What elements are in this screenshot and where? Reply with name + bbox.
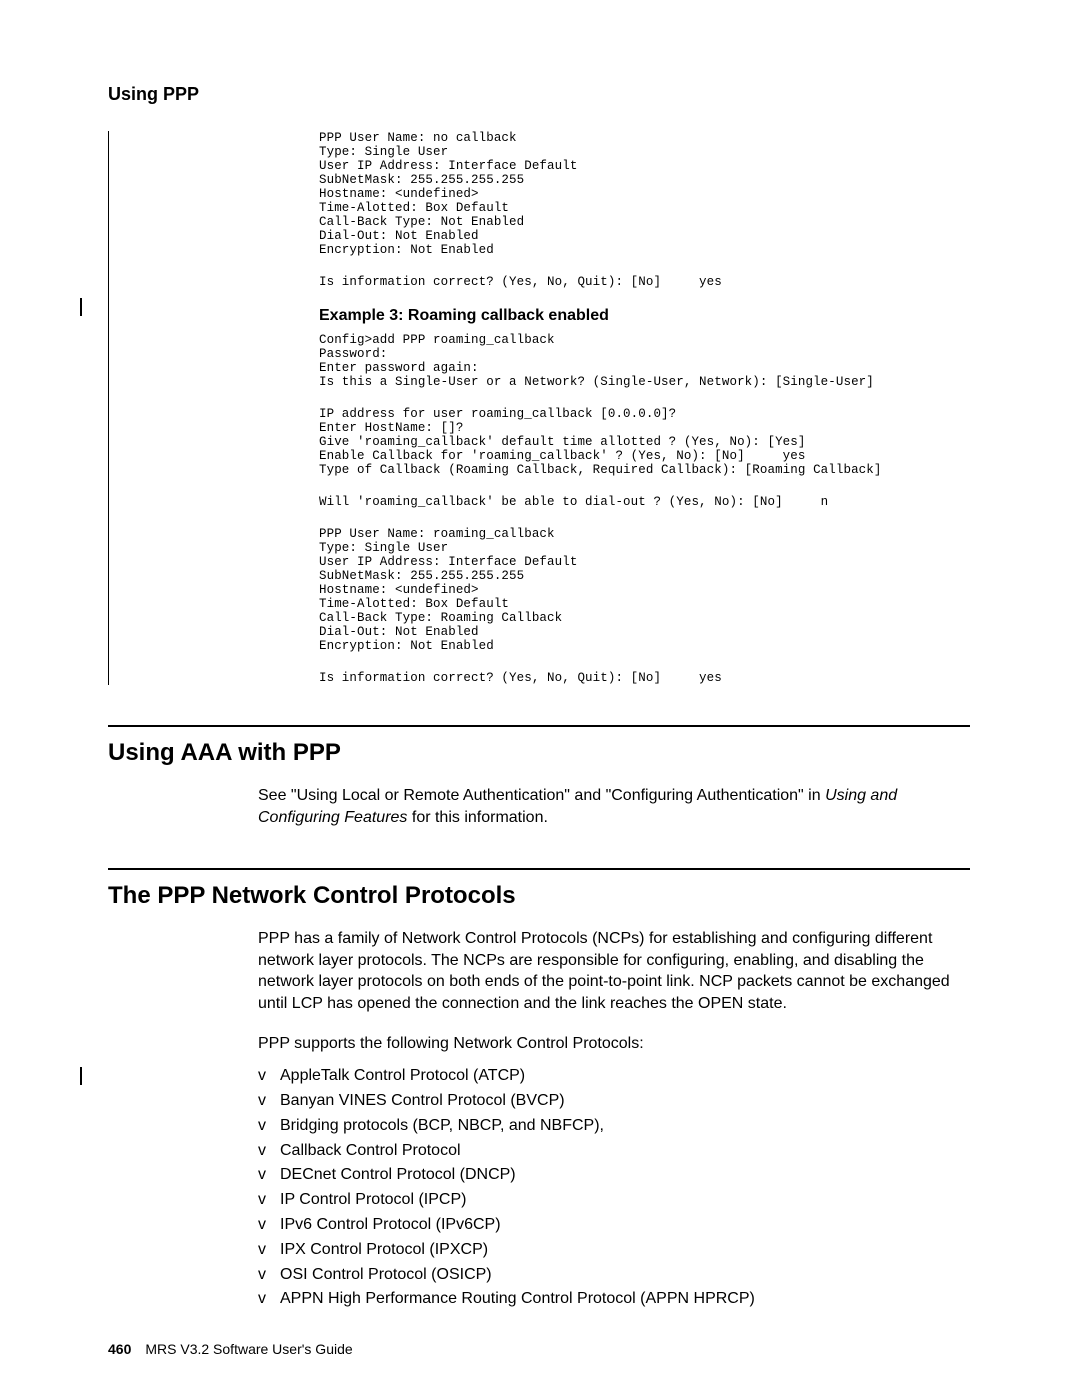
revision-bar: [80, 298, 82, 316]
change-bar-section: PPP User Name: no callback Type: Single …: [108, 131, 970, 685]
page-footer: 460 MRS V3.2 Software User's Guide: [108, 1341, 353, 1357]
code-example3-block5: Is information correct? (Yes, No, Quit):…: [319, 671, 970, 685]
list-item: Callback Control Protocol: [258, 1139, 970, 1164]
heading-aaa: Using AAA with PPP: [108, 739, 970, 767]
list-item: OSI Control Protocol (OSICP): [258, 1263, 970, 1288]
paragraph-ncp-2: PPP supports the following Network Contr…: [258, 1033, 970, 1055]
list-item: APPN High Performance Routing Control Pr…: [258, 1287, 970, 1312]
page-number: 460: [108, 1341, 131, 1357]
code-example3-block4: PPP User Name: roaming_callback Type: Si…: [319, 527, 970, 653]
list-item: IPX Control Protocol (IPXCP): [258, 1238, 970, 1263]
page-content: Using PPP PPP User Name: no callback Typ…: [0, 0, 1080, 1352]
heading-ncp: The PPP Network Control Protocols: [108, 882, 970, 910]
paragraph-aaa: See "Using Local or Remote Authenticatio…: [258, 785, 970, 828]
code-example3-block3: Will 'roaming_callback' be able to dial-…: [319, 495, 970, 509]
paragraph-ncp-1: PPP has a family of Network Control Prot…: [258, 928, 970, 1014]
ncp-bullet-list: AppleTalk Control Protocol (ATCP)Banyan …: [258, 1064, 970, 1312]
list-item: Bridging protocols (BCP, NBCP, and NBFCP…: [258, 1114, 970, 1139]
example3-title: Example 3: Roaming callback enabled: [319, 307, 970, 325]
running-header: Using PPP: [108, 84, 970, 105]
revision-bar: [80, 1067, 82, 1085]
text-span: See "Using Local or Remote Authenticatio…: [258, 787, 825, 804]
section-divider: [108, 868, 970, 870]
code-example3-block2: IP address for user roaming_callback [0.…: [319, 407, 970, 477]
text-span: for this information.: [407, 809, 548, 826]
list-item: AppleTalk Control Protocol (ATCP): [258, 1064, 970, 1089]
code-example2-block2: Is information correct? (Yes, No, Quit):…: [319, 275, 970, 289]
code-example2-block1: PPP User Name: no callback Type: Single …: [319, 131, 970, 257]
list-item: IPv6 Control Protocol (IPv6CP): [258, 1213, 970, 1238]
list-item: IP Control Protocol (IPCP): [258, 1188, 970, 1213]
code-example3-block1: Config>add PPP roaming_callback Password…: [319, 333, 970, 389]
list-item: DECnet Control Protocol (DNCP): [258, 1163, 970, 1188]
section-divider: [108, 725, 970, 727]
list-item: Banyan VINES Control Protocol (BVCP): [258, 1089, 970, 1114]
footer-title: MRS V3.2 Software User's Guide: [145, 1341, 352, 1357]
